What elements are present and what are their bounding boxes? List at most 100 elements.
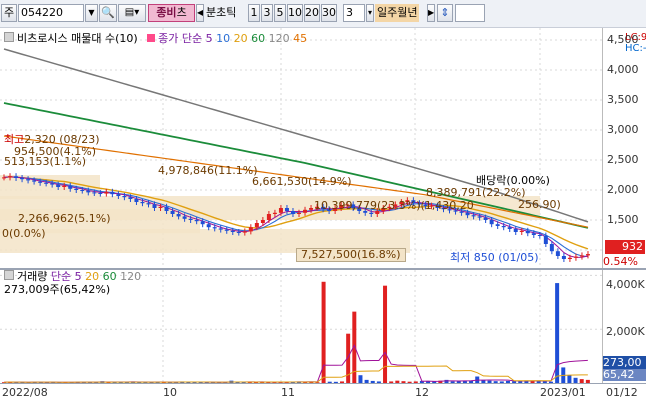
- candle-body: [20, 178, 25, 180]
- candle-body: [549, 244, 554, 252]
- volume-bar: [567, 375, 572, 383]
- candle-body: [116, 194, 121, 196]
- period-option-20[interactable]: 20: [304, 4, 320, 22]
- volume-profile-label-8: 2,266,962(5.1%): [18, 213, 111, 225]
- candle-body: [194, 220, 199, 222]
- candle-body: [158, 206, 163, 208]
- period-option-3[interactable]: 3: [261, 4, 273, 22]
- volume-legend-ma-label: 단순 5: [50, 270, 82, 283]
- next-arrow-icon[interactable]: ▶: [427, 4, 435, 22]
- volume-profile-text-2: 513,153(1.1%): [4, 155, 87, 168]
- candle-body: [290, 211, 295, 214]
- volume-profile-text-9: 0(0.0%): [2, 227, 46, 240]
- candle-body: [567, 257, 572, 259]
- period-option-30[interactable]: 30: [321, 4, 337, 22]
- price-tick-6: 1,500: [607, 213, 639, 226]
- volume-profile-text-6: 8,389,791(22.2%): [426, 186, 526, 199]
- candle-body: [122, 196, 127, 198]
- code-dropdown-icon[interactable]: ▼: [85, 4, 98, 22]
- volume-profile-label-10: 7,527,500(16.8%): [296, 248, 406, 262]
- candle-body: [62, 185, 67, 187]
- price-tick-0: 4,500: [607, 33, 639, 46]
- candle-body: [224, 229, 229, 231]
- candle-body: [561, 256, 566, 259]
- candle-body: [471, 215, 476, 217]
- date-label-2: 11: [281, 386, 295, 399]
- prev-arrow-icon[interactable]: ◀: [196, 4, 204, 22]
- search-icon[interactable]: 🔍: [99, 4, 117, 22]
- candle-body: [513, 229, 518, 232]
- volume-legend-title: 거래량: [17, 270, 48, 283]
- volume-profile-label-7: 256.90): [518, 199, 561, 211]
- toolbar: 주 054220 ▼ 🔍 ▤▾ 종비츠 ◀ 분초틱 1 3 5 10 20 30 3 ▾ …: [0, 0, 646, 28]
- date-label-4: 2023/01: [540, 386, 586, 399]
- code-input[interactable]: 054220: [18, 4, 84, 22]
- candle-body: [555, 251, 560, 256]
- extra-input[interactable]: [455, 4, 485, 22]
- candle-body: [56, 184, 61, 187]
- candle-body: [585, 254, 590, 256]
- price-chart[interactable]: 비츠로시스 매물대 수(10) 종가 단순 5 10 20 60 120 45 …: [0, 28, 602, 268]
- period-option-10[interactable]: 10: [287, 4, 303, 22]
- candle-body: [260, 220, 265, 223]
- price-tick-2: 3,500: [607, 93, 639, 106]
- candle-body: [8, 176, 13, 178]
- candle-body: [98, 193, 103, 194]
- volume-chart[interactable]: 거래량 단순 5 20 60 120 273,009주(65,42%): [0, 270, 602, 383]
- period-option-5[interactable]: 5: [274, 4, 286, 22]
- candle-body: [525, 230, 530, 234]
- candle-body: [26, 179, 31, 181]
- tab-active[interactable]: 종비츠: [148, 4, 195, 22]
- current-volume-pct: 65,42: [603, 369, 646, 381]
- candle-body: [164, 206, 169, 211]
- volume-legend: 거래량 단순 5 20 60 120: [4, 270, 141, 283]
- candle-body: [531, 233, 536, 235]
- candle-body: [297, 212, 301, 214]
- volume-profile-text-8: 2,266,962(5.1%): [18, 212, 111, 225]
- candle-body: [266, 214, 271, 220]
- current-price-badge: 932: [605, 240, 645, 254]
- volume-profile-text-7: 256.90): [518, 198, 561, 211]
- dividend-label: 배당락(0.00%): [476, 174, 550, 187]
- candle-body: [537, 235, 542, 236]
- scroll-arrows-icon[interactable]: ⇕: [437, 4, 453, 22]
- volume-legend-square-icon: [4, 270, 14, 280]
- candle-body: [236, 232, 241, 233]
- candle-body: [242, 231, 247, 233]
- volume-profile-text-10: 7,527,500(16.8%): [301, 248, 401, 261]
- candle-body: [303, 209, 308, 213]
- candle-body: [32, 180, 37, 182]
- price-legend: 비츠로시스 매물대 수(10) 종가 단순 5 10 20 60 120 45: [4, 32, 307, 45]
- candle-body: [278, 208, 283, 213]
- candle-body: [248, 227, 253, 232]
- ma-period-20: 20: [230, 32, 248, 45]
- candle-body: [230, 230, 235, 232]
- volume-profile-label-2: 513,153(1.1%): [4, 156, 86, 168]
- volume-bar: [383, 285, 388, 383]
- date-label-0: 2022/08: [2, 386, 48, 399]
- period-option-1[interactable]: 1: [248, 4, 260, 22]
- candle-body: [489, 220, 494, 225]
- ma-period-10: 10: [216, 32, 231, 45]
- legend-square-icon: [4, 32, 14, 42]
- price-legend-periods: 10 20 60 120 45: [216, 32, 307, 45]
- volume-profile-label-3: 4,978,846(11.1%): [158, 165, 258, 177]
- volume-profile-label-6: 8,389,791(22.2%): [426, 187, 526, 199]
- vol-ma-period-20: 20: [85, 270, 100, 283]
- menu-button[interactable]: 주: [1, 4, 17, 22]
- price-tick-3: 3,000: [607, 123, 639, 136]
- candle-body: [218, 228, 223, 230]
- candle-body: [146, 203, 151, 205]
- count-input[interactable]: 3: [343, 4, 365, 22]
- candle-body: [369, 212, 374, 214]
- candle-body: [495, 224, 500, 226]
- candle-body: [519, 230, 524, 232]
- chart-type-icon[interactable]: ▤▾: [118, 4, 146, 22]
- volume-profile-text-5: 10,399,779(23.3%)(1,430,20: [314, 199, 474, 212]
- timeframe-label[interactable]: 일주월년: [375, 4, 420, 22]
- candle-body: [309, 208, 314, 210]
- count-dropdown-icon[interactable]: ▾: [366, 4, 374, 22]
- candle-body: [501, 226, 506, 228]
- candle-body: [74, 188, 79, 190]
- vol-ma-period-120: 120: [116, 270, 142, 283]
